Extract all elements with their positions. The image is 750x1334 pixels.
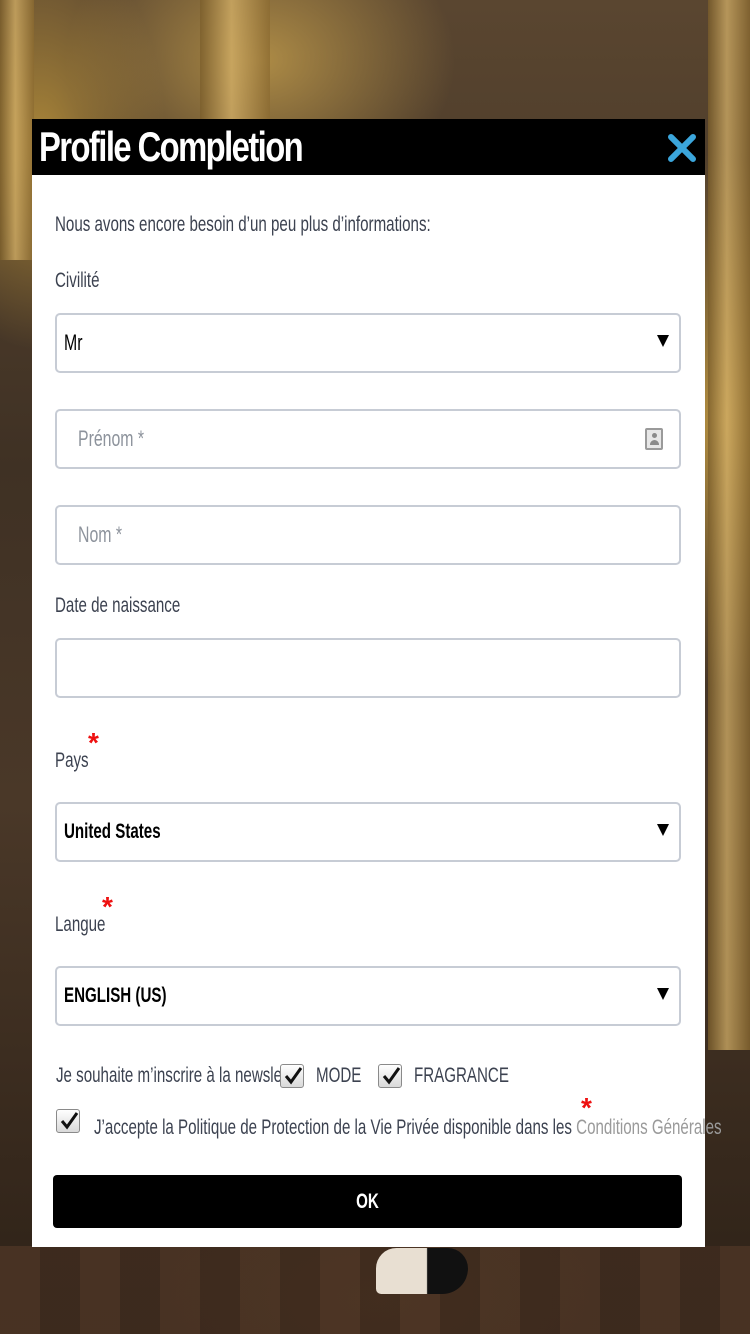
shoe-image	[376, 1248, 468, 1294]
civilite-select[interactable]: Mr	[55, 313, 681, 373]
nom-placeholder: Nom *	[78, 522, 123, 547]
prenom-placeholder: Prénom *	[78, 426, 145, 451]
newsletter-fragrance-label: FRAGRANCE	[414, 1064, 509, 1087]
privacy-consent-text: J’accepte la Politique de Protection de …	[94, 1116, 750, 1140]
gilded-column-top	[200, 0, 270, 119]
checkmark-icon	[60, 1112, 79, 1130]
modal-header: Profile Completion	[32, 119, 705, 175]
langue-select[interactable]: ENGLISH (US)	[55, 966, 681, 1026]
conditions-generales-link[interactable]: Conditions Générales	[576, 1116, 721, 1139]
parquet-floor	[0, 1246, 750, 1334]
nom-input[interactable]: Nom *	[55, 505, 681, 565]
checkmark-icon	[382, 1067, 401, 1085]
civilite-value: Mr	[64, 330, 83, 355]
pays-select[interactable]: United States	[55, 802, 681, 862]
newsletter-fragrance-checkbox[interactable]	[378, 1064, 402, 1088]
close-icon[interactable]	[665, 131, 699, 165]
privacy-consent-label: J’accepte la Politique de Protection de …	[94, 1116, 577, 1139]
gilded-column-left	[0, 0, 34, 260]
newsletter-mode-checkbox[interactable]	[280, 1064, 304, 1088]
pays-label: Pays	[55, 749, 89, 772]
civilite-label: Civilité	[55, 269, 100, 292]
ok-button[interactable]: OK	[53, 1175, 682, 1228]
chevron-down-icon	[657, 988, 669, 1000]
date-naissance-input[interactable]	[55, 638, 681, 698]
chevron-down-icon	[657, 335, 669, 347]
intro-text: Nous avons encore besoin d’un peu plus d…	[55, 213, 431, 236]
privacy-required-mark: *	[581, 1092, 592, 1123]
langue-label: Langue	[55, 913, 106, 936]
langue-value: ENGLISH (US)	[64, 984, 167, 1007]
prenom-input[interactable]: Prénom *	[55, 409, 681, 469]
modal-title: Profile Completion	[39, 123, 304, 170]
pays-value: United States	[64, 820, 161, 843]
date-naissance-label: Date de naissance	[55, 594, 181, 617]
privacy-consent-checkbox[interactable]	[56, 1109, 80, 1133]
contact-card-icon[interactable]	[645, 428, 663, 450]
gilded-column-right	[708, 0, 750, 1050]
chevron-down-icon	[657, 824, 669, 836]
checkmark-icon	[284, 1067, 303, 1085]
newsletter-mode-label: MODE	[316, 1064, 362, 1087]
profile-completion-modal: Profile Completion Nous avons encore bes…	[32, 119, 722, 1247]
ok-button-label: OK	[356, 1190, 379, 1213]
